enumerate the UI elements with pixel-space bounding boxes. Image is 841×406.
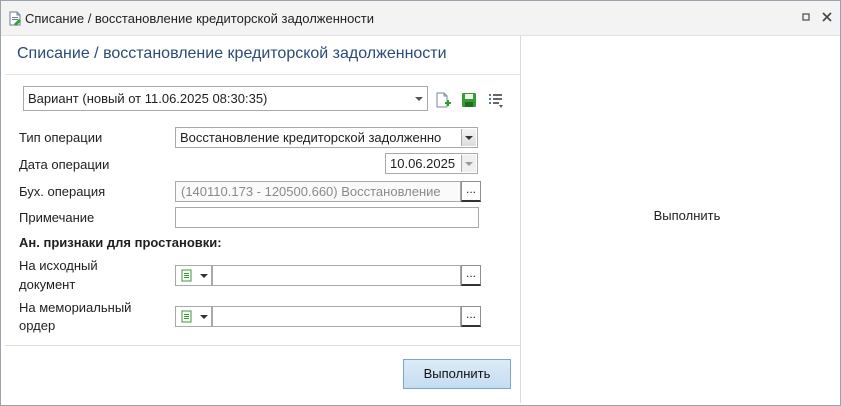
analytic-sheet-icon bbox=[181, 269, 192, 282]
chevron-down-icon[interactable] bbox=[200, 274, 208, 278]
source-document-analytic-button[interactable] bbox=[175, 265, 212, 286]
chevron-down-icon[interactable] bbox=[461, 129, 476, 146]
variant-value: Вариант (новый от 11.06.2025 08:30:35) bbox=[28, 91, 268, 106]
execute-button[interactable]: Выполнить bbox=[403, 359, 511, 389]
variant-select[interactable]: Вариант (новый от 11.06.2025 08:30:35) bbox=[23, 86, 428, 111]
operation-type-select[interactable]: Восстановление кредиторской задолженно bbox=[175, 127, 478, 148]
title-bar: Списание / восстановление кредиторской з… bbox=[1, 1, 840, 36]
form-title: Списание / восстановление кредиторской з… bbox=[17, 45, 447, 62]
form-pane: Списание / восстановление кредиторской з… bbox=[5, 36, 521, 403]
save-icon[interactable] bbox=[460, 91, 478, 109]
note-label: Примечание bbox=[19, 210, 95, 225]
chevron-down-icon[interactable] bbox=[461, 155, 476, 172]
accounting-operation-select-button[interactable]: ... bbox=[461, 181, 481, 202]
result-pane: Выполнить bbox=[521, 36, 839, 403]
chevron-down-icon[interactable] bbox=[415, 97, 423, 101]
operation-type-label: Тип операции bbox=[19, 130, 103, 145]
note-input[interactable] bbox=[175, 207, 479, 228]
source-document-label-line1: На исходный bbox=[19, 258, 98, 273]
source-document-input[interactable] bbox=[212, 265, 461, 286]
source-document-label-line2: документ bbox=[19, 277, 76, 292]
memorial-order-label-line1: На мемориальный bbox=[19, 300, 132, 315]
dialog-window: Списание / восстановление кредиторской з… bbox=[0, 0, 841, 406]
source-document-select-button[interactable]: ... bbox=[461, 265, 481, 286]
memorial-order-input[interactable] bbox=[212, 306, 461, 327]
operation-date-label: Дата операции bbox=[19, 157, 110, 172]
restore-icon[interactable] bbox=[798, 9, 814, 25]
accounting-operation-field[interactable]: (140110.173 - 120500.660) Восстановление bbox=[175, 181, 461, 202]
accounting-operation-label: Бух. операция bbox=[19, 184, 106, 199]
list-settings-icon[interactable] bbox=[487, 91, 505, 109]
memorial-order-label-line2: ордер bbox=[19, 318, 56, 333]
header-divider bbox=[5, 74, 520, 75]
operation-date-value: 10.06.2025 bbox=[390, 156, 456, 171]
memorial-order-analytic-button[interactable] bbox=[175, 306, 212, 327]
accounting-operation-value: (140110.173 - 120500.660) Восстановление bbox=[181, 184, 441, 199]
window-title: Списание / восстановление кредиторской з… bbox=[25, 11, 375, 26]
chevron-down-icon[interactable] bbox=[200, 315, 208, 319]
operation-type-value: Восстановление кредиторской задолженно bbox=[180, 130, 442, 145]
close-icon[interactable] bbox=[819, 9, 835, 25]
operation-date-picker[interactable]: 10.06.2025 bbox=[385, 153, 478, 174]
analytics-section-title: Ан. признаки для простановки: bbox=[19, 235, 222, 250]
analytic-sheet-icon bbox=[181, 310, 192, 323]
document-edit-icon bbox=[9, 11, 21, 26]
new-document-icon[interactable] bbox=[434, 91, 452, 109]
result-pane-text: Выполнить bbox=[653, 208, 721, 223]
memorial-order-select-button[interactable]: ... bbox=[461, 306, 481, 327]
footer-divider bbox=[5, 345, 520, 346]
